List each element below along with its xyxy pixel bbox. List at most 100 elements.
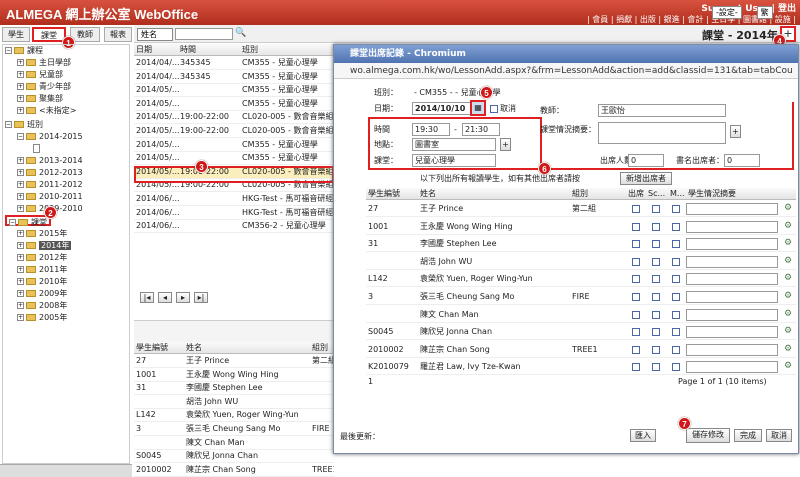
tree-node[interactable]: +2011-2012	[17, 179, 83, 190]
student-summary-input[interactable]	[686, 291, 778, 303]
tree-node[interactable]: +2008年	[17, 300, 67, 311]
tree-node[interactable]: −2014-2015	[17, 131, 83, 142]
tree-node[interactable]: + 主日學部	[17, 57, 71, 68]
edit-icon[interactable]: ⚙	[784, 289, 792, 304]
tree-node-lessons[interactable]: − 課堂	[5, 215, 51, 227]
edit-icon[interactable]: ⚙	[784, 201, 792, 216]
tab-students[interactable]: 學生	[2, 27, 30, 42]
student-summary-input[interactable]	[686, 255, 778, 268]
lesson-row[interactable]: 2014/05/... CM355 - 兒童心理學	[134, 139, 334, 152]
m-checkbox[interactable]	[672, 293, 680, 301]
sc-checkbox[interactable]	[652, 240, 660, 249]
student-summary-input[interactable]	[686, 343, 778, 356]
tree-node[interactable]: +2009年	[17, 288, 67, 299]
tree-node[interactable]: +2005年	[17, 312, 67, 323]
add-guest-button[interactable]: 新增出席者	[620, 172, 672, 185]
search-icon[interactable]: 🔍	[235, 28, 246, 38]
present-checkbox[interactable]	[632, 257, 640, 266]
prev-page-button[interactable]: ◂	[158, 292, 172, 303]
m-checkbox[interactable]	[672, 222, 680, 231]
m-checkbox[interactable]	[672, 275, 680, 284]
student-row[interactable]: 27 王子 Prince 第二組	[134, 355, 334, 368]
lesson-row[interactable]: 2014/06/... HKG-Test - 馬可福音研經	[134, 193, 334, 206]
sc-checkbox[interactable]	[652, 293, 660, 301]
add-summary-button[interactable]: +	[730, 125, 741, 138]
time-to-select[interactable]: 21:30	[462, 123, 500, 136]
summary-textarea[interactable]	[598, 122, 726, 144]
tree-node[interactable]: +2010-2011	[17, 191, 83, 202]
student-summary-input[interactable]	[686, 220, 778, 233]
lesson-input[interactable]: 兒童心理學	[412, 154, 496, 167]
sc-checkbox[interactable]	[652, 363, 660, 372]
student-row[interactable]: S0045 陳欣兒 Jonna Chan	[134, 450, 334, 464]
tree-node[interactable]: + 兒童部	[17, 69, 63, 80]
student-summary-input[interactable]	[686, 308, 778, 321]
present-checkbox[interactable]	[632, 240, 640, 249]
guest-count-input[interactable]: 0	[724, 154, 760, 167]
tree-node-courses[interactable]: − 課程	[5, 45, 43, 56]
present-checkbox[interactable]	[632, 328, 640, 337]
lesson-row[interactable]: 2014/05/...19:00-22:00CL020-005 - 數會音樂組	[134, 125, 334, 138]
student-summary-input[interactable]	[686, 203, 778, 215]
tree-node[interactable]: +2015年	[17, 228, 67, 239]
student-row[interactable]: 31 李國慶 Stephen Lee	[134, 382, 334, 396]
sc-checkbox[interactable]	[652, 328, 660, 337]
cancel-button[interactable]: 取消	[766, 429, 792, 442]
attendance-count-input[interactable]: 0	[628, 154, 664, 167]
present-checkbox[interactable]	[632, 310, 640, 319]
present-checkbox[interactable]	[632, 363, 640, 372]
tab-reports[interactable]: 報表	[104, 27, 132, 42]
lesson-row[interactable]: 2014/06/... HKG-Test - 馬可福音研經	[134, 207, 334, 220]
teacher-input[interactable]: 王歐怡	[598, 104, 726, 117]
tree-node-classes[interactable]: − 班別	[5, 119, 43, 130]
m-checkbox[interactable]	[672, 240, 680, 249]
lesson-row[interactable]: 2014/04/... 345345 CM355 - 兒童心理學	[134, 57, 334, 70]
student-summary-input[interactable]	[686, 361, 778, 374]
tree-node[interactable]: +2011年	[17, 264, 67, 275]
edit-icon[interactable]: ⚙	[784, 324, 792, 339]
next-page-button[interactable]: ▸	[176, 292, 190, 303]
edit-icon[interactable]: ⚙	[784, 307, 792, 322]
import-button[interactable]: 匯入	[630, 429, 656, 442]
tree-node-selected[interactable]: +2014年	[17, 240, 72, 251]
time-from-select[interactable]: 19:30	[412, 123, 450, 136]
student-row[interactable]: 胡浩 John WU	[134, 396, 334, 409]
present-checkbox[interactable]	[632, 205, 640, 213]
last-page-button[interactable]: ▸|	[194, 292, 208, 303]
sc-checkbox[interactable]	[652, 222, 660, 231]
settings-select[interactable]: -設定-	[712, 6, 742, 19]
student-row[interactable]: L142 袁榮欣 Yuen, Roger Wing-Yun	[134, 409, 334, 423]
sc-checkbox[interactable]	[652, 257, 660, 266]
place-add-button[interactable]: +	[500, 138, 511, 151]
sc-checkbox[interactable]	[652, 345, 660, 354]
edit-icon[interactable]: ⚙	[784, 254, 792, 269]
sc-checkbox[interactable]	[652, 205, 660, 213]
student-row[interactable]: 3 張三毛 Cheung Sang Mo FIRE	[134, 423, 334, 436]
student-row[interactable]: 陳文 Chan Man	[134, 437, 334, 450]
student-summary-input[interactable]	[686, 326, 778, 339]
tree-node[interactable]: +2012-2013	[17, 167, 83, 178]
m-checkbox[interactable]	[672, 310, 680, 319]
search-input[interactable]	[175, 28, 233, 40]
m-checkbox[interactable]	[672, 363, 680, 372]
sc-checkbox[interactable]	[652, 310, 660, 319]
edit-icon[interactable]: ⚙	[784, 236, 792, 251]
tree-node[interactable]: +2013-2014	[17, 155, 83, 166]
sc-checkbox[interactable]	[652, 275, 660, 284]
doc-icon[interactable]	[33, 143, 43, 154]
language-select[interactable]: 繁	[756, 6, 773, 19]
tree-node[interactable]: + <未指定>	[17, 105, 76, 116]
lesson-row[interactable]: 2014/05/...19:00-22:00CL020-005 - 數會音樂組	[134, 111, 334, 125]
done-button[interactable]: 完成	[734, 429, 762, 442]
student-row[interactable]: 2010002陳芷宗 Chan SongTREE1	[134, 464, 334, 477]
edit-icon[interactable]: ⚙	[784, 271, 792, 286]
present-checkbox[interactable]	[632, 275, 640, 284]
lesson-row[interactable]: 2014/05/... CM355 - 兒童心理學	[134, 84, 334, 98]
tree-node[interactable]: + 青少年部	[17, 81, 71, 92]
edit-icon[interactable]: ⚙	[784, 359, 792, 374]
m-checkbox[interactable]	[672, 257, 680, 266]
edit-icon[interactable]: ⚙	[784, 219, 792, 234]
present-checkbox[interactable]	[632, 222, 640, 231]
place-select[interactable]: 圖書室	[412, 138, 496, 151]
first-page-button[interactable]: |◂	[140, 292, 154, 303]
